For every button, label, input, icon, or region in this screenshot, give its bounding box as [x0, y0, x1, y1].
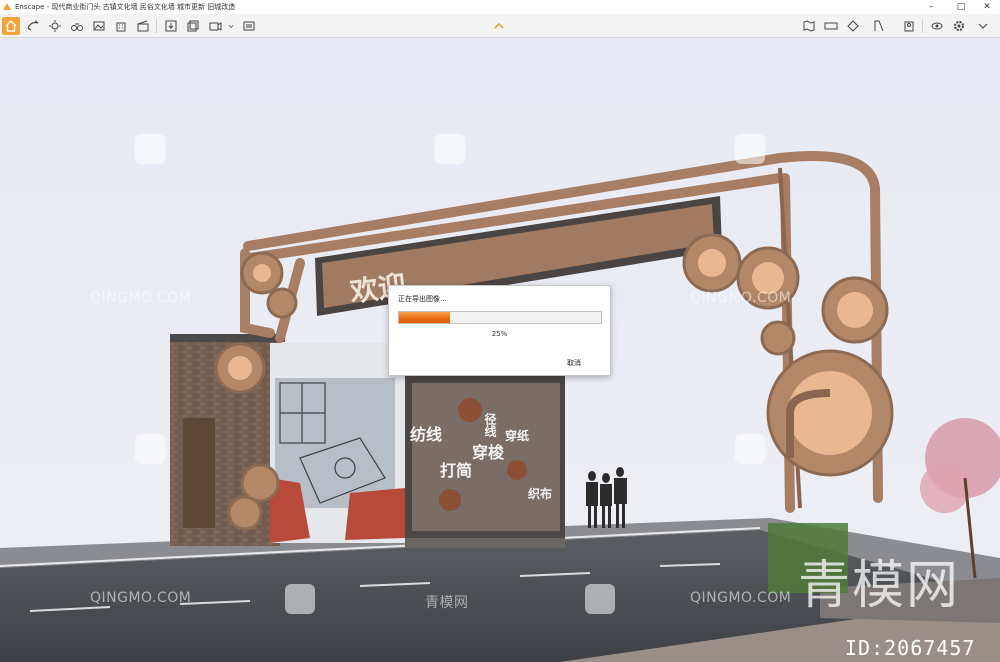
minimize-button[interactable]: – — [916, 0, 946, 14]
home-icon[interactable] — [2, 17, 20, 35]
chevron-up-icon[interactable] — [490, 17, 508, 35]
brand-watermark: 青模网 — [798, 556, 961, 616]
map-icon[interactable] — [800, 17, 818, 35]
light-view-icon[interactable] — [46, 17, 64, 35]
panorama-icon[interactable] — [822, 17, 840, 35]
clapper-icon[interactable] — [134, 17, 152, 35]
asset-library-icon[interactable] — [900, 17, 918, 35]
watermark-logo — [585, 584, 615, 614]
wall-text-4: 穿纸 — [505, 428, 529, 443]
watermark-text: QINGMO.COM — [690, 590, 792, 606]
dropdown-icon[interactable] — [226, 17, 236, 35]
export-progress-dialog: 正在导出图像... 25% 取消 — [388, 285, 611, 376]
id-label: ID:2067457 — [845, 636, 976, 660]
collapse-toolbar-icon[interactable] — [974, 17, 992, 35]
watermark-text: QINGMO.COM — [90, 290, 192, 306]
export-image-icon[interactable] — [162, 17, 180, 35]
window-title: Enscape - 现代商业街门头 古镇文化墙 民俗文化墙 城市更新 旧城改造 — [15, 3, 236, 11]
cancel-button[interactable]: 取消 — [567, 358, 581, 368]
binoculars-icon[interactable] — [68, 17, 86, 35]
toolbar-separator — [156, 19, 157, 33]
enscape-logo-icon — [3, 3, 11, 10]
close-button[interactable]: ✕ — [972, 0, 1000, 14]
wall-text-5: 打简 — [440, 461, 472, 480]
watermark-logo — [735, 434, 765, 464]
dialog-title: 正在导出图像... — [398, 295, 447, 303]
sync-icon[interactable] — [24, 17, 42, 35]
settings-icon[interactable] — [950, 17, 968, 35]
toolbar — [0, 14, 1000, 38]
watermark-logo — [285, 584, 315, 614]
toolbar-separator — [922, 19, 923, 33]
title-bar: Enscape - 现代商业街门头 古镇文化墙 民俗文化墙 城市更新 旧城改造 … — [0, 0, 1000, 14]
watermark-logo — [735, 134, 765, 164]
wall-text-1: 纺线 — [410, 425, 442, 444]
progress-fill — [399, 312, 450, 323]
bookmark-icon[interactable] — [870, 17, 888, 35]
wall-text-2: 径线 — [483, 412, 497, 438]
section-icon[interactable] — [844, 17, 862, 35]
building-icon[interactable] — [112, 17, 130, 35]
batch-render-icon[interactable] — [184, 17, 202, 35]
watermark-text: QINGMO.COM — [690, 290, 792, 306]
visual-settings-icon[interactable] — [928, 17, 946, 35]
export-menu-icon[interactable] — [240, 17, 258, 35]
video-export-icon[interactable] — [206, 17, 224, 35]
watermark-logo — [435, 134, 465, 164]
wall-text-6: 织布 — [528, 486, 552, 501]
watermark-text-cn: 青模网 — [425, 595, 469, 611]
image-icon[interactable] — [90, 17, 108, 35]
progress-bar — [398, 311, 602, 324]
wall-text-3: 穿梭 — [472, 443, 505, 462]
watermark-logo — [135, 134, 165, 164]
progress-percent: 25% — [491, 330, 508, 338]
watermark-logo — [135, 434, 165, 464]
watermark-text: QINGMO.COM — [90, 590, 192, 606]
